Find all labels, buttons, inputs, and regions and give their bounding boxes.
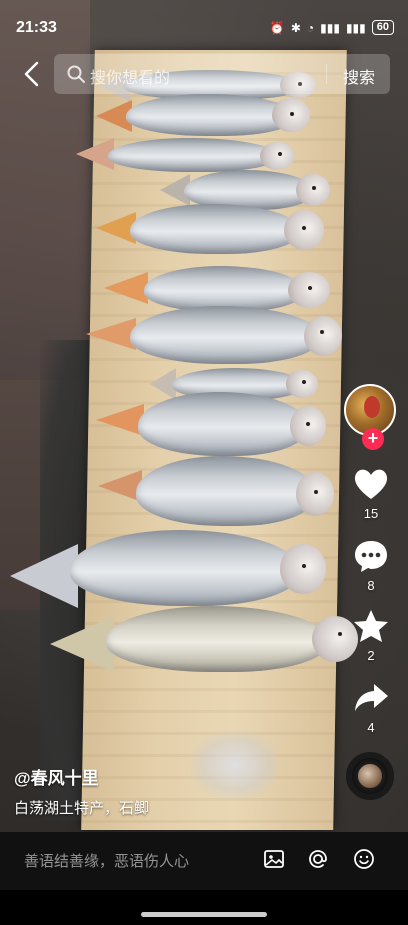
status-icons: ⏰ ✱ ◔ ▮▮▮ ▮▮▮ 60	[270, 20, 394, 35]
comment-bar: 善语结善缘，恶语伤人心	[0, 832, 408, 890]
status-bar: 21:33 ⏰ ✱ ◔ ▮▮▮ ▮▮▮ 60	[0, 0, 408, 48]
search-placeholder: 搜你想看的	[90, 70, 171, 87]
star-icon	[354, 610, 388, 642]
fish	[86, 302, 344, 370]
share-arrow-icon	[355, 684, 388, 711]
image-icon[interactable]	[262, 847, 286, 871]
video-description[interactable]: 白荡湖土特产，石鲫	[14, 797, 149, 818]
back-arrow-icon[interactable]	[20, 60, 44, 88]
like-button[interactable]: 15	[340, 466, 402, 521]
share-button[interactable]: 4	[340, 680, 402, 735]
music-disc[interactable]	[346, 752, 394, 800]
ice-splash	[190, 730, 280, 800]
signal-icon: ▮▮▮	[320, 20, 340, 35]
heart-icon	[354, 469, 388, 499]
comment-input[interactable]: 善语结善缘，恶语伤人心	[24, 850, 189, 871]
favorite-count: 2	[367, 648, 375, 663]
signal-icon-2: ▮▮▮	[345, 20, 366, 35]
wifi-icon: ◔	[306, 20, 315, 35]
bluetooth-icon: ✱	[290, 20, 301, 35]
battery-indicator: 60	[371, 20, 394, 35]
search-divider	[326, 64, 327, 84]
search-input[interactable]: 搜你想看的 搜索	[54, 54, 390, 94]
comment-count: 8	[367, 578, 375, 593]
fish	[50, 598, 360, 684]
search-icon	[67, 65, 85, 83]
status-time: 21:33	[16, 19, 57, 36]
follow-plus-button[interactable]: +	[362, 428, 384, 450]
fish	[96, 198, 330, 260]
author-avatar[interactable]: +	[344, 384, 398, 450]
home-indicator[interactable]	[141, 912, 267, 917]
like-count: 15	[363, 506, 379, 521]
share-count: 4	[367, 720, 375, 735]
alarm-icon: ⏰	[269, 20, 285, 35]
favorite-button[interactable]: 2	[340, 608, 402, 663]
comment-button[interactable]: 8	[340, 538, 402, 593]
author-name[interactable]: @春风十里	[14, 764, 99, 789]
emoji-icon[interactable]	[352, 847, 376, 871]
mention-icon[interactable]	[306, 847, 330, 871]
comment-icon	[355, 541, 387, 572]
search-button[interactable]: 搜索	[343, 64, 375, 88]
